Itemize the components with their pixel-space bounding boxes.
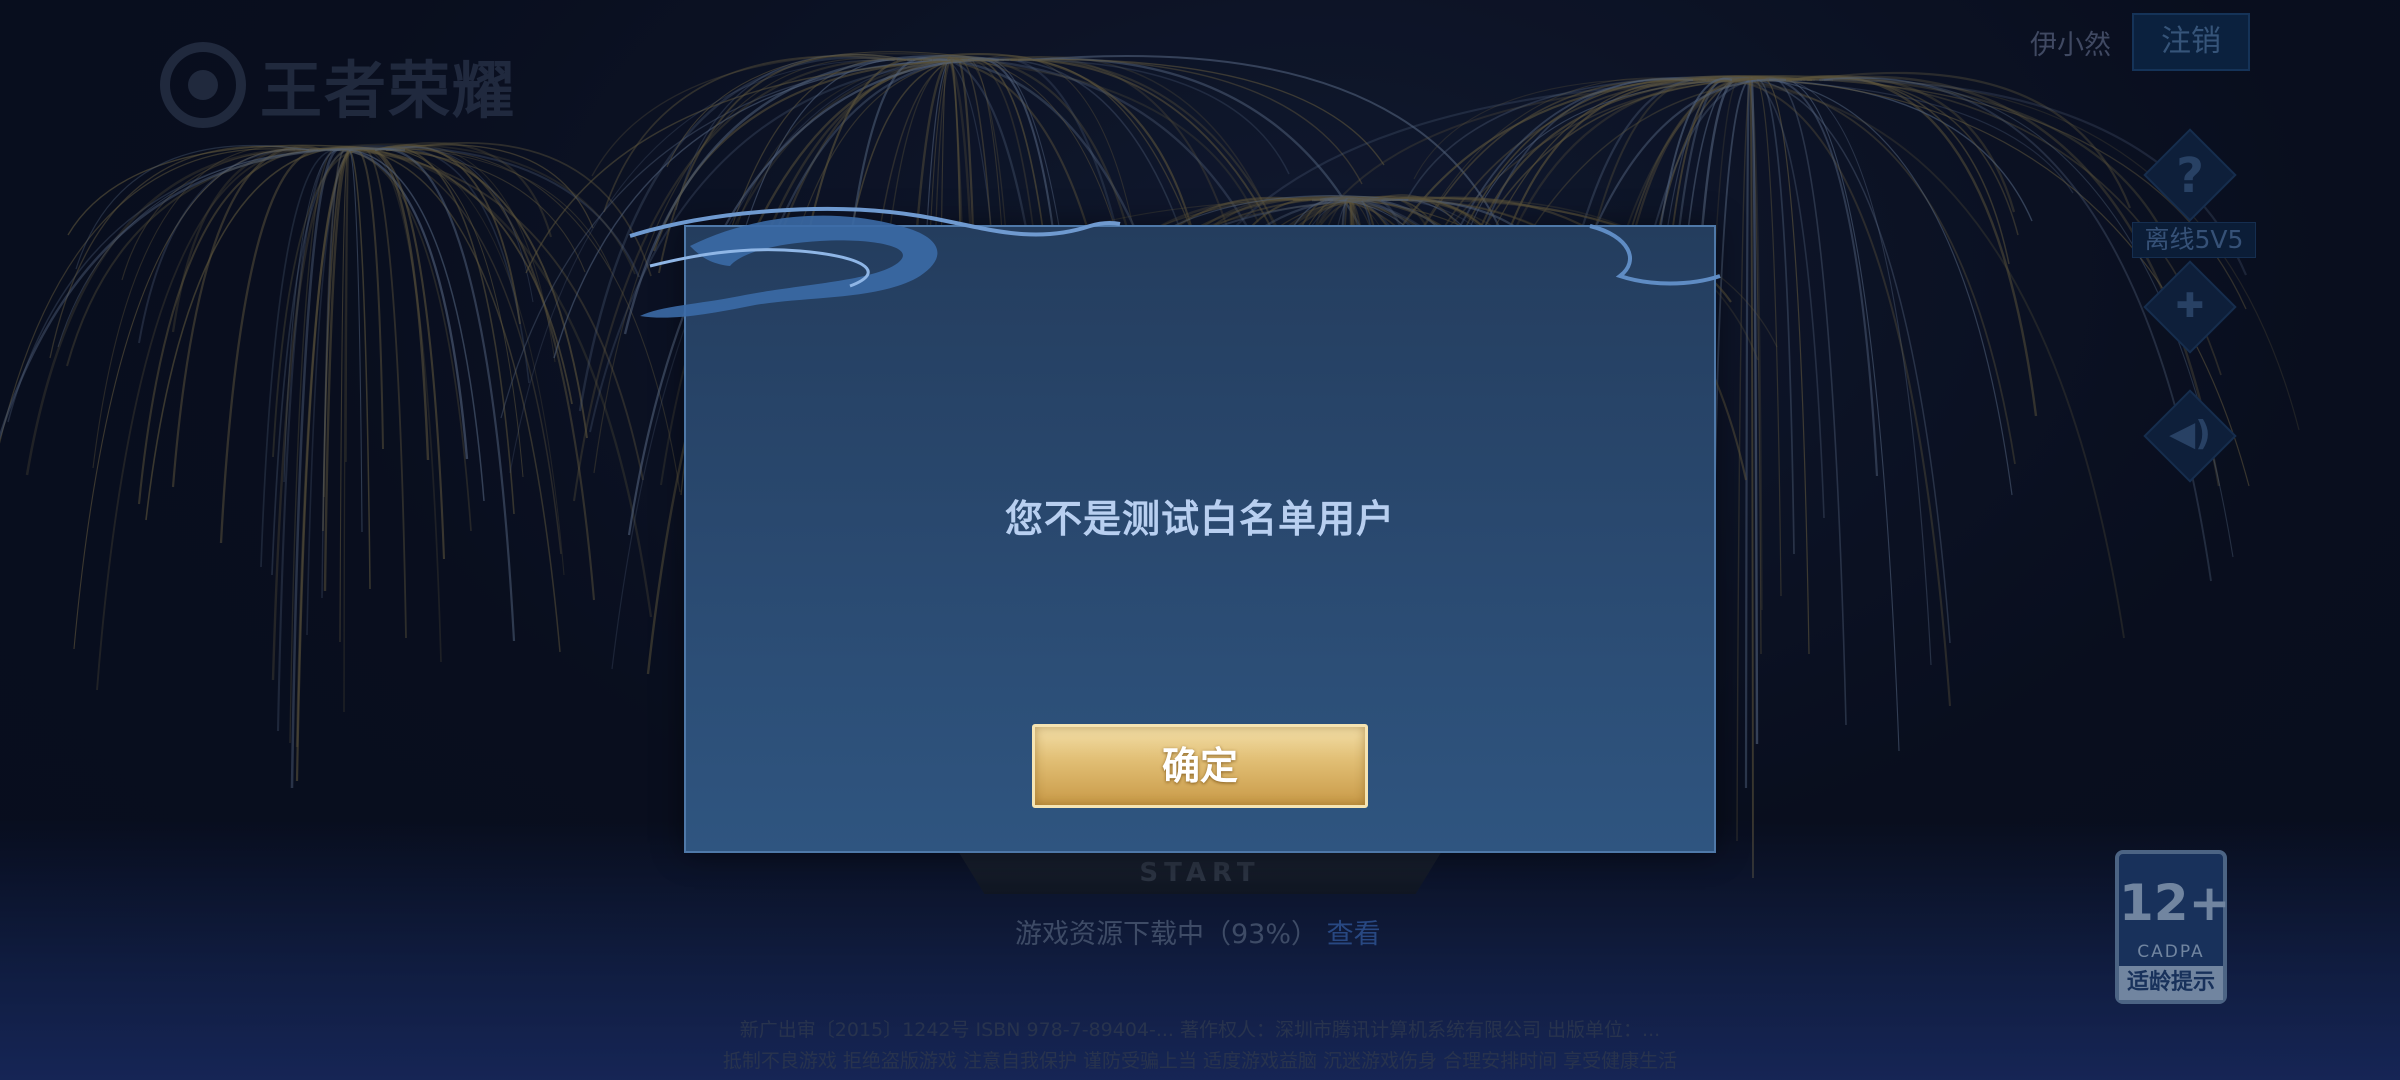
dialog-swirl-ornament	[629, 206, 1721, 318]
dialog-message: 您不是测试白名单用户	[1004, 497, 1395, 541]
confirm-button[interactable]: 确定	[1032, 724, 1368, 808]
